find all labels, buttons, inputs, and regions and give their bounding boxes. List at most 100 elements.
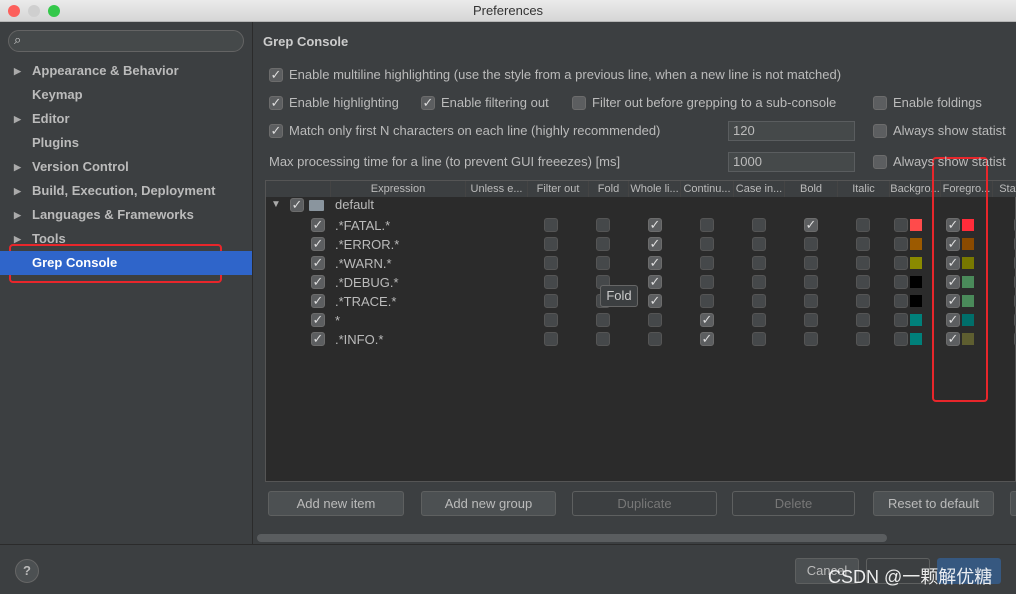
row-flag-checkbox[interactable] [700,218,714,232]
sidebar-item[interactable]: ▶ Build, Execution, Deployment [0,179,252,203]
row-flag-checkbox[interactable] [856,332,870,346]
background-checkbox[interactable] [894,218,908,232]
more-button[interactable] [1010,491,1016,516]
row-flag-checkbox[interactable] [752,313,766,327]
background-checkbox[interactable] [894,294,908,308]
row-flag-checkbox[interactable] [804,275,818,289]
row-enabled-checkbox[interactable]: ✓ [311,237,325,251]
column-header[interactable]: Whole li... [629,181,681,197]
background-color-swatch[interactable] [910,333,922,345]
row-flag-checkbox[interactable] [544,332,558,346]
row-flag-checkbox[interactable] [544,275,558,289]
table-row[interactable]: ✓ .*ERROR.* ✓ ✓ [266,236,1016,255]
row-flag-checkbox[interactable] [856,275,870,289]
row-flag-checkbox[interactable] [804,313,818,327]
sidebar-item[interactable]: ▶ Languages & Frameworks [0,203,252,227]
row-flag-checkbox[interactable] [856,256,870,270]
row-flag-checkbox[interactable] [752,218,766,232]
row-flag-checkbox[interactable] [804,256,818,270]
row-flag-checkbox[interactable] [596,237,610,251]
row-flag-checkbox[interactable] [544,294,558,308]
row-enabled-checkbox[interactable]: ✓ [311,294,325,308]
row-flag-checkbox[interactable] [700,294,714,308]
row-flag-checkbox[interactable] [700,237,714,251]
row-flag-checkbox[interactable]: ✓ [648,294,662,308]
row-flag-checkbox[interactable] [648,332,662,346]
max-time-input[interactable]: 1000 [728,152,855,172]
row-flag-checkbox[interactable] [596,332,610,346]
background-checkbox[interactable] [894,237,908,251]
row-flag-checkbox[interactable]: ✓ [700,332,714,346]
checkbox-highlighting[interactable]: ✓ [269,96,283,110]
sidebar-item[interactable]: ▶ Tools [0,227,252,251]
row-flag-checkbox[interactable]: ✓ [648,275,662,289]
column-header[interactable]: Stat [993,181,1016,197]
table-row[interactable]: ✓ .*WARN.* ✓ ✓ [266,255,1016,274]
table-action-button[interactable]: Add new item [268,491,404,516]
row-flag-checkbox[interactable] [752,275,766,289]
row-enabled-checkbox[interactable]: ✓ [311,332,325,346]
row-flag-checkbox[interactable] [700,275,714,289]
column-header[interactable]: Unless e... [466,181,528,197]
help-button[interactable]: ? [15,559,39,583]
row-flag-checkbox[interactable] [544,237,558,251]
minimize-button[interactable] [28,5,40,17]
sidebar-item[interactable]: ▶ Editor [0,107,252,131]
row-flag-checkbox[interactable] [856,218,870,232]
row-flag-checkbox[interactable] [752,237,766,251]
table-row[interactable]: ✓ * ✓ ✓ [266,312,1016,331]
row-flag-checkbox[interactable] [700,256,714,270]
row-flag-checkbox[interactable] [856,313,870,327]
checkbox-filter_before[interactable] [572,96,586,110]
maximize-button[interactable] [48,5,60,17]
sidebar-item[interactable]: Grep Console [0,251,252,275]
column-header[interactable]: Continu... [681,181,734,197]
table-row[interactable]: ✓ .*INFO.* ✓ ✓ [266,331,1016,350]
background-checkbox[interactable] [894,275,908,289]
table-row[interactable]: ✓ .*DEBUG.* ✓ ✓ [266,274,1016,293]
row-enabled-checkbox[interactable]: ✓ [311,275,325,289]
row-flag-checkbox[interactable] [856,294,870,308]
row-flag-checkbox[interactable] [596,256,610,270]
row-flag-checkbox[interactable] [596,313,610,327]
row-flag-checkbox[interactable] [804,237,818,251]
background-color-swatch[interactable] [910,219,922,231]
row-flag-checkbox[interactable]: ✓ [700,313,714,327]
table-row[interactable]: ✓ .*TRACE.* ✓ ✓ [266,293,1016,312]
table-action-button[interactable]: Reset to default [873,491,994,516]
row-flag-checkbox[interactable] [544,313,558,327]
row-flag-checkbox[interactable]: ✓ [648,218,662,232]
column-header[interactable]: Case in... [734,181,785,197]
row-flag-checkbox[interactable] [596,218,610,232]
column-header[interactable]: Italic [838,181,890,197]
row-flag-checkbox[interactable] [804,294,818,308]
background-color-swatch[interactable] [910,276,922,288]
table-action-button[interactable]: Add new group [421,491,556,516]
background-color-swatch[interactable] [910,295,922,307]
row-enabled-checkbox[interactable]: ✓ [311,256,325,270]
row-enabled-checkbox[interactable]: ✓ [311,313,325,327]
row-flag-checkbox[interactable]: ✓ [804,218,818,232]
sidebar-item[interactable]: Keymap [0,83,252,107]
row-flag-checkbox[interactable] [856,237,870,251]
row-flag-checkbox[interactable] [752,332,766,346]
checkbox-multiline[interactable]: ✓ [269,68,283,82]
search-input[interactable]: ⌕ [8,30,244,52]
row-flag-checkbox[interactable]: ✓ [648,256,662,270]
background-checkbox[interactable] [894,256,908,270]
background-checkbox[interactable] [894,313,908,327]
row-flag-checkbox[interactable] [752,256,766,270]
expand-arrow-icon[interactable]: ▼ [271,199,281,210]
column-header[interactable]: Fold [589,181,629,197]
horizontal-scrollbar[interactable] [257,534,887,542]
column-header[interactable]: Expression [331,181,466,197]
row-enabled-checkbox[interactable]: ✓ [311,218,325,232]
row-flag-checkbox[interactable] [544,256,558,270]
row-flag-checkbox[interactable] [752,294,766,308]
row-flag-checkbox[interactable]: ✓ [648,237,662,251]
checkbox-filtering[interactable]: ✓ [421,96,435,110]
group-checkbox[interactable]: ✓ [290,198,304,212]
checkbox-always1[interactable] [873,124,887,138]
checkbox-match_first[interactable]: ✓ [269,124,283,138]
row-flag-checkbox[interactable] [804,332,818,346]
